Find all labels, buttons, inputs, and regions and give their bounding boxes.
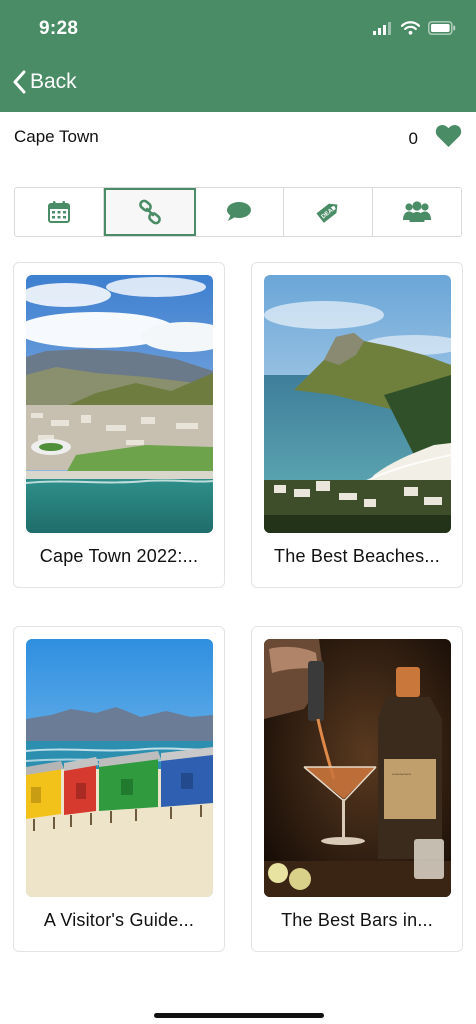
tab-chat[interactable] <box>196 188 285 236</box>
link-icon <box>138 199 161 225</box>
back-label: Back <box>30 70 77 93</box>
article-thumbnail <box>26 275 213 533</box>
chevron-left-icon <box>13 70 26 94</box>
chat-bubble-icon <box>227 202 252 221</box>
group-icon <box>403 201 432 222</box>
article-title: A Visitor's Guide... <box>43 910 195 930</box>
home-indicator[interactable] <box>154 1013 324 1018</box>
battery-icon <box>428 21 456 35</box>
article-card[interactable]: The Best Beaches... <box>251 262 463 588</box>
city-row: Cape Town 0 <box>14 124 462 154</box>
city-name: Cape Town <box>14 127 99 146</box>
status-icons <box>373 21 456 35</box>
tab-groups[interactable] <box>373 188 461 236</box>
tab-deals[interactable]: DEAL <box>284 188 374 236</box>
cellular-signal-icon <box>373 21 391 35</box>
article-card[interactable]: A Visitor's Guide... <box>13 626 225 952</box>
tab-links[interactable] <box>103 188 196 236</box>
app-header: 9:28 Back <box>0 0 476 112</box>
heart-icon[interactable] <box>435 124 462 148</box>
article-title: The Best Bars in... <box>281 910 433 930</box>
deal-tag-icon: DEAL <box>316 203 338 223</box>
article-thumbnail <box>264 275 451 533</box>
article-card[interactable]: Cape Town 2022:... <box>13 262 225 588</box>
svg-text:~~~~~: ~~~~~ <box>392 771 411 779</box>
back-button[interactable]: Back <box>12 70 77 94</box>
article-title: Cape Town 2022:... <box>39 546 199 566</box>
article-card[interactable]: ~~~~~ The Best Bars in... <box>251 626 463 952</box>
status-time: 9:28 <box>39 18 79 39</box>
tab-calendar[interactable] <box>15 188 104 236</box>
wifi-icon <box>401 21 420 35</box>
category-tabs: DEAL <box>14 187 462 237</box>
article-thumbnail: ~~~~~ <box>264 639 451 897</box>
article-thumbnail <box>26 639 213 897</box>
calendar-icon <box>47 201 70 223</box>
favorites-count: 0 <box>408 129 418 148</box>
article-title: The Best Beaches... <box>274 546 440 566</box>
